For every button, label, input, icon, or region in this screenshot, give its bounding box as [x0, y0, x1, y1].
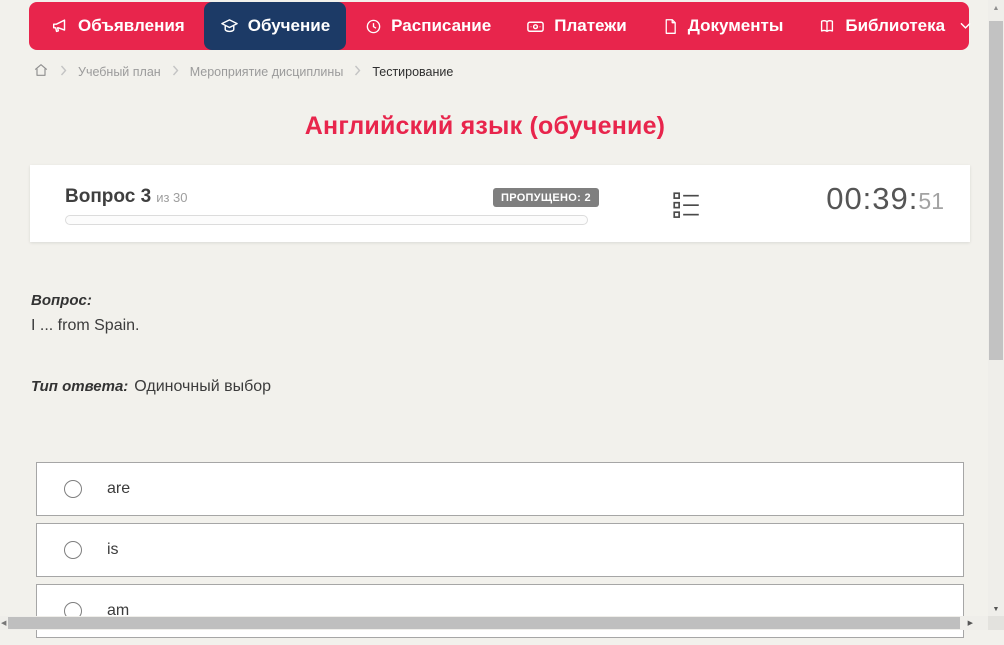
- nav-item-label: Платежи: [554, 16, 627, 36]
- nav-item-label: Документы: [688, 16, 784, 36]
- nav-item-learning[interactable]: Обучение: [204, 2, 346, 50]
- timer-seconds: 51: [918, 188, 944, 214]
- home-icon[interactable]: [33, 62, 49, 81]
- answer-option-are[interactable]: are: [36, 462, 964, 516]
- nav-item-library[interactable]: Библиотека: [802, 2, 987, 50]
- question-counter: Вопрос 3 из 30: [65, 186, 187, 208]
- progress-bar: [65, 215, 588, 225]
- question-progress-card: Вопрос 3 из 30 ПРОПУЩЕНО: 2 00:39:51: [30, 165, 970, 242]
- question-counter-total: из 30: [156, 190, 187, 205]
- chevron-down-icon: [960, 22, 971, 30]
- top-navigation: Объявления Обучение Расписание Платежи Д…: [29, 2, 969, 50]
- answer-type: Тип ответа: Одиночный выбор: [31, 378, 271, 396]
- option-label: are: [107, 480, 130, 498]
- answer-type-label: Тип ответа:: [31, 378, 128, 395]
- horizontal-scrollbar-thumb[interactable]: [8, 617, 960, 629]
- graduation-cap-icon: [220, 17, 239, 36]
- radio-button[interactable]: [64, 541, 82, 559]
- answer-type-value: Одиночный выбор: [134, 378, 271, 395]
- horizontal-scrollbar[interactable]: ◀ ▶: [0, 616, 988, 630]
- radio-button[interactable]: [64, 480, 82, 498]
- vertical-scrollbar[interactable]: ▲ ▼: [988, 0, 1004, 616]
- timer-minutes: 00:39:: [826, 181, 918, 216]
- nav-item-payments[interactable]: Платежи: [510, 2, 643, 50]
- chevron-right-icon: [60, 65, 67, 79]
- chevron-right-icon: [172, 65, 179, 79]
- scroll-up-arrow-icon[interactable]: ▲: [988, 5, 1004, 12]
- scrollbar-corner: [988, 616, 1004, 630]
- scroll-left-arrow-icon[interactable]: ◀: [1, 619, 6, 627]
- book-icon: [818, 17, 836, 35]
- nav-item-label: Библиотека: [845, 16, 945, 36]
- nav-item-label: Обучение: [248, 16, 330, 36]
- breadcrumb-item-testing: Тестирование: [372, 65, 453, 79]
- banknote-icon: [526, 17, 545, 36]
- question-list-icon[interactable]: [673, 191, 700, 225]
- question-counter-number: Вопрос 3: [65, 186, 151, 207]
- option-label: is: [107, 541, 119, 559]
- question-label: Вопрос:: [31, 292, 92, 309]
- answer-option-is[interactable]: is: [36, 523, 964, 577]
- page-title: Английский язык (обучение): [0, 112, 970, 141]
- scroll-down-arrow-icon[interactable]: ▼: [988, 606, 1004, 613]
- scroll-right-arrow-icon[interactable]: ▶: [968, 619, 973, 627]
- breadcrumb-item-curriculum[interactable]: Учебный план: [78, 65, 161, 79]
- question-text: I ... from Spain.: [31, 317, 139, 335]
- chevron-right-icon: [354, 65, 361, 79]
- megaphone-icon: [51, 17, 69, 35]
- nav-item-label: Расписание: [391, 16, 491, 36]
- document-icon: [662, 18, 679, 35]
- breadcrumb: Учебный план Мероприятие дисциплины Тест…: [33, 62, 453, 81]
- skipped-badge: ПРОПУЩЕНО: 2: [493, 188, 599, 207]
- timer: 00:39:51: [826, 181, 944, 217]
- breadcrumb-item-discipline-event[interactable]: Мероприятие дисциплины: [190, 65, 344, 79]
- clock-icon: [365, 18, 382, 35]
- nav-item-announcements[interactable]: Объявления: [35, 2, 201, 50]
- nav-item-documents[interactable]: Документы: [646, 2, 800, 50]
- nav-item-label: Объявления: [78, 16, 185, 36]
- vertical-scrollbar-thumb[interactable]: [989, 21, 1003, 360]
- nav-item-schedule[interactable]: Расписание: [349, 2, 507, 50]
